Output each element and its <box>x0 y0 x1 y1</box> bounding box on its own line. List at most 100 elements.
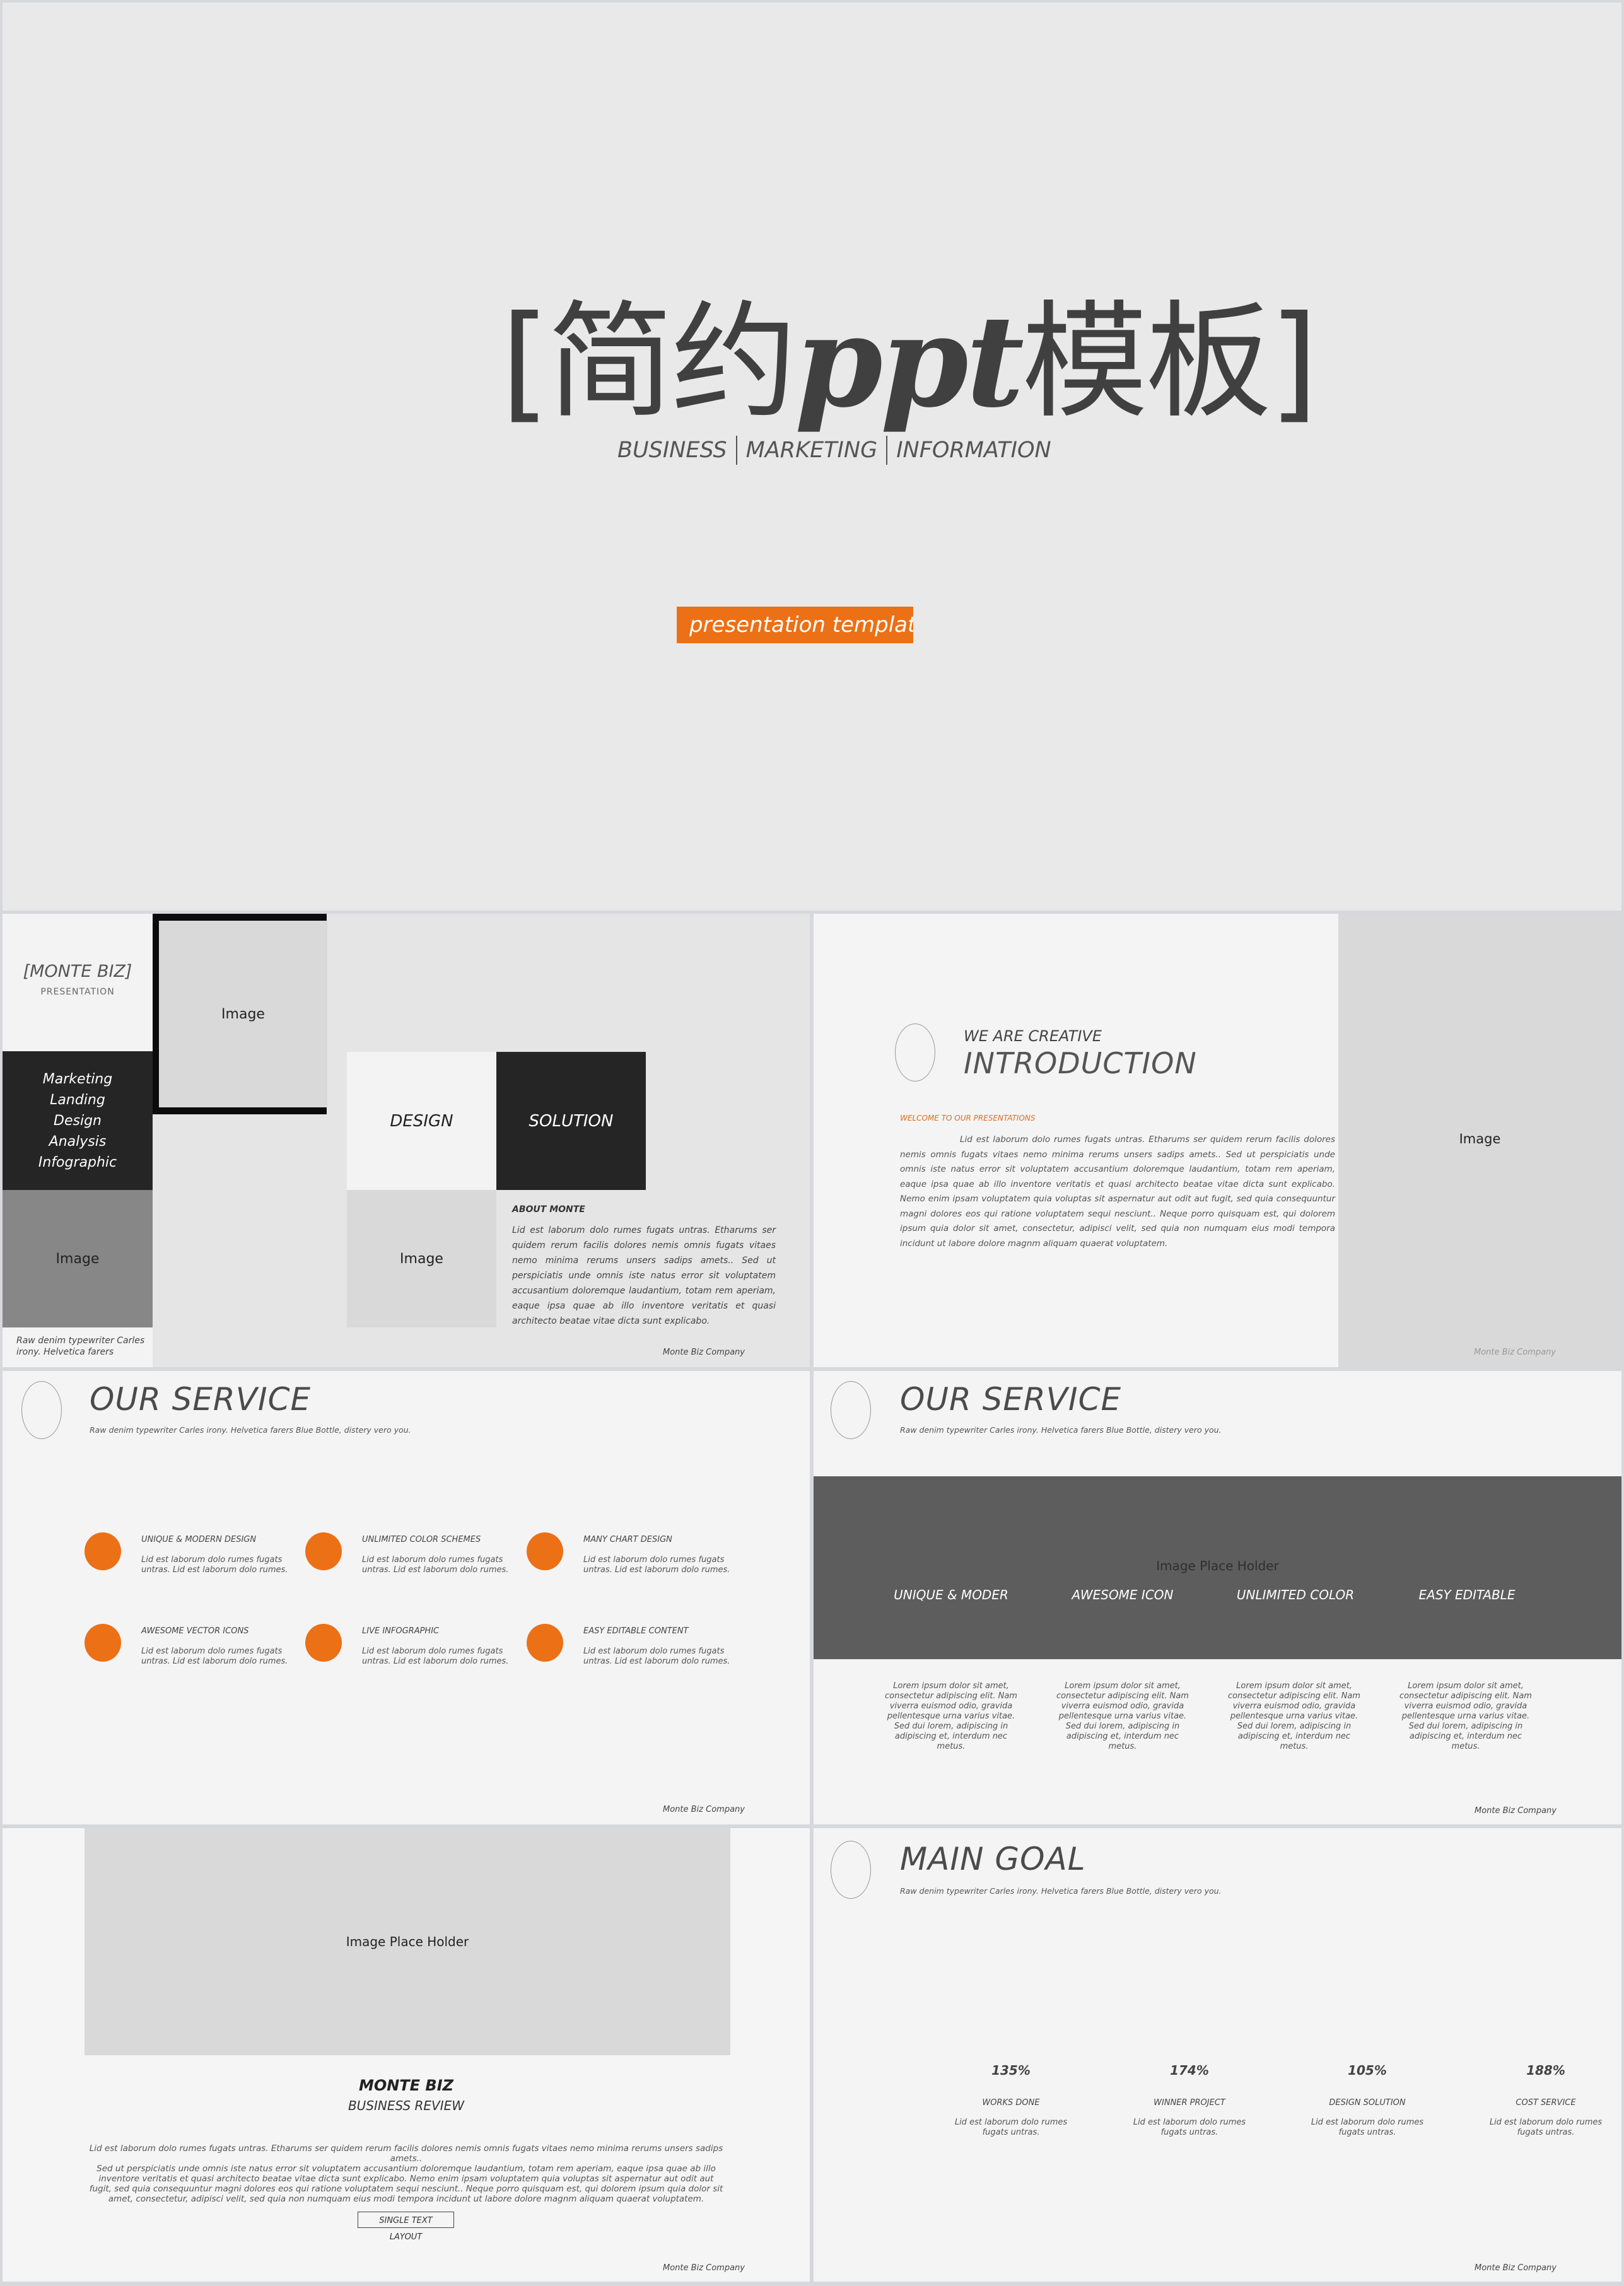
section-subtitle: Raw denim typewriter Carles irony. Helve… <box>900 1886 1222 1896</box>
service-column-body: Lorem ipsum dolor sit amet, consectetur … <box>885 1681 1017 1751</box>
intro-kicker: WE ARE CREATIVE <box>964 1027 1102 1045</box>
service-column-body: Lorem ipsum dolor sit amet, consectetur … <box>1056 1681 1189 1751</box>
subtitle-divider <box>886 436 888 465</box>
topic-list: Marketing Landing Design Analysis Infogr… <box>3 1051 153 1190</box>
title-bracket-close: ] <box>1269 289 1318 436</box>
cover-title: [简约ppt模板] <box>501 280 1318 444</box>
feature-heading: MANY CHART DESIGN <box>583 1535 672 1544</box>
presentation-tag: presentation template <box>677 607 913 643</box>
orange-dot-icon <box>85 1532 121 1570</box>
service-column-title: EASY EDITABLE <box>1418 1587 1516 1602</box>
company-footer: Monte Biz Company <box>663 1348 745 1357</box>
orange-dot-icon <box>85 1624 121 1662</box>
image-band: Image Place Holder UNIQUE & MODER AWESOM… <box>814 1476 1621 1659</box>
welcome-heading: WELCOME TO OUR PRESENTATIONS <box>900 1114 1036 1123</box>
solution-label: SOLUTION <box>529 1111 614 1131</box>
feature-item: UNIQUE & MODERN DESIGN Lid est laborum d… <box>85 1532 299 1602</box>
brand-title: [MONTE BIZ] <box>23 962 132 981</box>
stat-label: DESIGN SOLUTION <box>1329 2098 1406 2108</box>
goal-stat: 135% WORKS DONE Lid est laborum dolo rum… <box>948 2063 1074 2138</box>
image-placeholder: Image <box>159 921 327 1107</box>
image-placeholder-label: Image Place Holder <box>1156 1558 1279 1573</box>
feature-item: MANY CHART DESIGN Lid est laborum dolo r… <box>527 1532 741 1602</box>
goal-stat: 174% WINNER PROJECT Lid est laborum dolo… <box>1126 2063 1253 2138</box>
image-placeholder: Image Place Holder <box>85 1828 730 2055</box>
feature-heading: EASY EDITABLE CONTENT <box>583 1626 689 1636</box>
company-footer: Monte Biz Company <box>1475 1806 1557 1816</box>
image-label: Image <box>221 1006 265 1022</box>
review-title: MONTE BIZ <box>358 2077 454 2094</box>
subtitle-divider <box>735 436 737 465</box>
design-tile: DESIGN <box>347 1052 496 1190</box>
feature-body: Lid est laborum dolo rumes fugats untras… <box>362 1555 509 1575</box>
subtitle-item: INFORMATION <box>896 438 1051 463</box>
subtitle-item: MARKETING <box>745 438 878 463</box>
feature-body: Lid est laborum dolo rumes fugats untras… <box>141 1647 288 1666</box>
slide-main-goal[interactable]: MAIN GOAL Raw denim typewriter Carles ir… <box>814 1828 1621 2282</box>
title-latin-part: ppt <box>795 288 1024 436</box>
stat-value: 174% <box>1170 2063 1209 2078</box>
topic-item: Design <box>54 1112 102 1129</box>
slide-monte-biz[interactable]: [MONTE BIZ] PRESENTATION Marketing Landi… <box>3 914 810 1367</box>
service-column-body: Lorem ipsum dolor sit amet, consectetur … <box>1399 1681 1532 1751</box>
company-footer: Monte Biz Company <box>1474 1348 1556 1357</box>
section-title: OUR SERVICE <box>900 1381 1122 1418</box>
stat-body: Lid est laborum dolo rumes fugats untras… <box>954 2118 1068 2137</box>
image-placeholder: Image Monte Biz Company <box>1338 914 1621 1367</box>
feature-heading: AWESOME VECTOR ICONS <box>141 1626 249 1636</box>
section-subtitle: Raw denim typewriter Carles irony. Helve… <box>90 1425 411 1435</box>
feature-item: EASY EDITABLE CONTENT Lid est laborum do… <box>527 1624 741 1693</box>
feature-body: Lid est laborum dolo rumes fugats untras… <box>141 1555 288 1575</box>
single-text-layout-button[interactable]: SINGLE TEXT LAYOUT <box>358 2212 454 2242</box>
stat-value: 188% <box>1526 2063 1565 2078</box>
subtitle-item: BUSINESS <box>617 438 727 463</box>
company-footer: Monte Biz Company <box>663 2263 745 2273</box>
orange-dot-icon <box>305 1532 342 1570</box>
circle-icon <box>831 1381 871 1439</box>
stat-value: 105% <box>1348 2063 1387 2078</box>
feature-item: LIVE INFOGRAPHIC Lid est laborum dolo ru… <box>305 1624 520 1693</box>
review-body-paragraph: Sed ut perspiciatis unde omnis iste natu… <box>89 2164 723 2204</box>
stat-label: COST SERVICE <box>1516 2098 1576 2108</box>
topic-item: Landing <box>50 1092 105 1108</box>
feature-heading: LIVE INFOGRAPHIC <box>362 1626 440 1636</box>
feature-body: Lid est laborum dolo rumes fugats untras… <box>583 1647 730 1666</box>
slide-our-service-band[interactable]: OUR SERVICE Raw denim typewriter Carles … <box>814 1371 1621 1824</box>
slide-business-review[interactable]: Image Place Holder MONTE BIZ BUSINESS RE… <box>3 1828 810 2282</box>
stat-body: Lid est laborum dolo rumes fugats untras… <box>1311 2118 1424 2137</box>
title-cn-part1: 简约 <box>547 289 797 436</box>
slide-cover[interactable]: [简约ppt模板] BUSINESS MARKETING INFORMATION… <box>3 3 1621 911</box>
topic-item: Analysis <box>49 1133 107 1150</box>
section-title: MAIN GOAL <box>900 1841 1086 1877</box>
company-footer: Monte Biz Company <box>1475 2263 1557 2273</box>
service-column-title: UNLIMITED COLOR <box>1236 1587 1355 1602</box>
solution-tile: SOLUTION <box>496 1052 646 1190</box>
orange-dot-icon <box>527 1624 563 1662</box>
feature-item: AWESOME VECTOR ICONS Lid est laborum dol… <box>85 1624 299 1693</box>
brand-subtitle: PRESENTATION <box>40 987 115 997</box>
review-body-paragraph: Lid est laborum dolo rumes fugats untras… <box>89 2143 723 2164</box>
stat-label: WORKS DONE <box>982 2098 1040 2108</box>
company-footer: Monte Biz Company <box>663 1805 745 1814</box>
about-body: Lid est laborum dolo rumes fugats untras… <box>512 1225 776 1326</box>
intro-title: INTRODUCTION <box>964 1046 1197 1080</box>
title-bracket-open: [ <box>501 289 550 436</box>
circle-icon <box>831 1841 871 1899</box>
caption: Raw denim typewriter Carles irony. Helve… <box>3 1327 153 1367</box>
slide-introduction[interactable]: WE ARE CREATIVE INTRODUCTION WELCOME TO … <box>814 914 1621 1367</box>
stat-label: WINNER PROJECT <box>1154 2098 1225 2108</box>
stat-value: 135% <box>991 2063 1031 2078</box>
review-subtitle: BUSINESS REVIEW <box>348 2098 465 2113</box>
stat-body: Lid est laborum dolo rumes fugats untras… <box>1133 2118 1246 2137</box>
image-placeholder: Image <box>3 1190 153 1327</box>
image-label: Image <box>400 1251 443 1267</box>
feature-body: Lid est laborum dolo rumes fugats untras… <box>362 1647 509 1666</box>
image-label: Image <box>55 1251 100 1267</box>
image-label: Image <box>1459 1131 1501 1146</box>
goal-stat: 105% DESIGN SOLUTION Lid est laborum dol… <box>1304 2063 1430 2138</box>
section-title: OUR SERVICE <box>90 1381 312 1418</box>
feature-item: UNLIMITED COLOR SCHEMES Lid est laborum … <box>305 1532 520 1602</box>
slide-our-service-features[interactable]: OUR SERVICE Raw denim typewriter Carles … <box>3 1371 810 1824</box>
circle-icon <box>895 1023 935 1082</box>
review-body: Lid est laborum dolo rumes fugats untras… <box>88 2143 725 2204</box>
